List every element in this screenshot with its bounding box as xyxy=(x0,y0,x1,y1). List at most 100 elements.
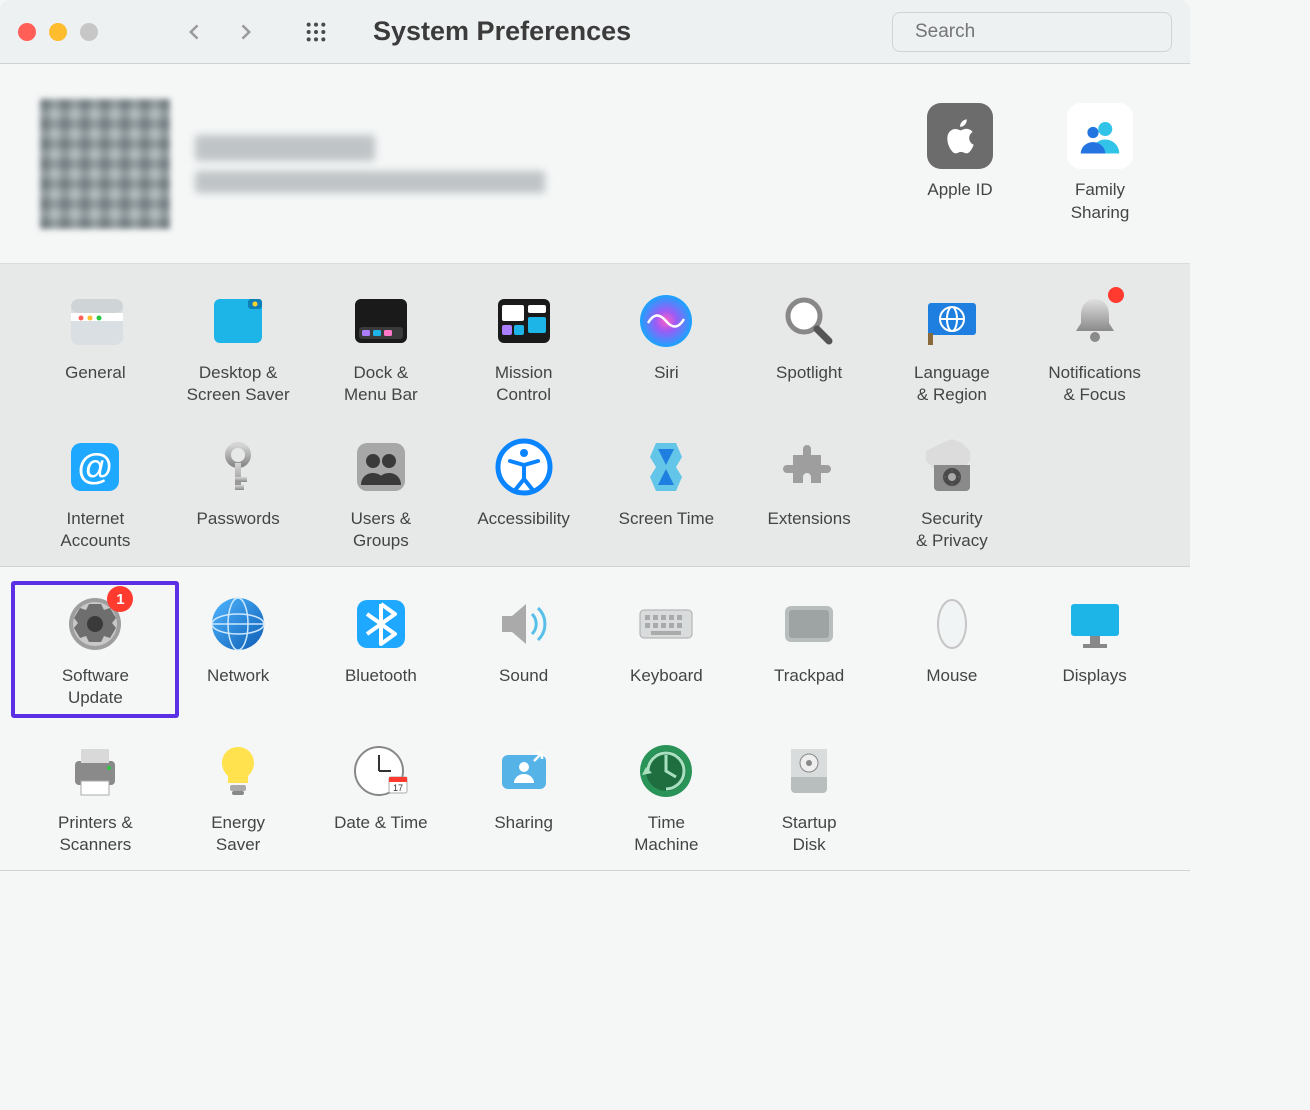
pref-mission[interactable]: MissionControl xyxy=(455,290,593,406)
pref-timemachine[interactable]: TimeMachine xyxy=(597,740,735,856)
pref-displays[interactable]: Displays xyxy=(1026,593,1164,709)
pref-security[interactable]: Security& Privacy xyxy=(883,436,1021,552)
pref-label: Passwords xyxy=(169,508,307,530)
pref-label: Extensions xyxy=(740,508,878,530)
accessibility-icon xyxy=(493,436,555,498)
pref-desktop[interactable]: Desktop &Screen Saver xyxy=(169,290,307,406)
minimize-button[interactable] xyxy=(49,23,67,41)
search-box[interactable] xyxy=(892,12,1172,52)
pref-label: Desktop &Screen Saver xyxy=(169,362,307,406)
pref-internet[interactable]: @ InternetAccounts xyxy=(26,436,164,552)
system-preferences-window: System Preferences Apple ID FamilySharin xyxy=(0,0,1190,1000)
show-all-button[interactable] xyxy=(305,21,327,43)
pref-language[interactable]: Language& Region xyxy=(883,290,1021,406)
spotlight-icon xyxy=(778,290,840,352)
pref-software[interactable]: 1SoftwareUpdate xyxy=(26,593,164,709)
pref-accessibility[interactable]: Accessibility xyxy=(455,436,593,552)
screentime-icon xyxy=(635,436,697,498)
family-sharing-icon xyxy=(1067,103,1133,169)
siri-icon xyxy=(635,290,697,352)
desktop-icon xyxy=(207,290,269,352)
extensions-icon xyxy=(778,436,840,498)
pref-general[interactable]: General xyxy=(26,290,164,406)
family-sharing-button[interactable]: FamilySharing xyxy=(1050,103,1150,223)
window-title: System Preferences xyxy=(373,16,631,47)
keyboard-icon xyxy=(635,593,697,655)
apple-id-button[interactable]: Apple ID xyxy=(910,103,1010,223)
apple-id-label: Apple ID xyxy=(910,179,1010,201)
badge-dot xyxy=(1108,287,1124,303)
svg-text:@: @ xyxy=(78,446,113,487)
back-button[interactable] xyxy=(185,22,205,42)
pref-label: Sharing xyxy=(455,812,593,834)
user-name-redacted xyxy=(195,135,375,161)
pref-network[interactable]: Network xyxy=(169,593,307,709)
pref-label: Spotlight xyxy=(740,362,878,384)
pref-label: TimeMachine xyxy=(597,812,735,856)
pref-label: Keyboard xyxy=(597,665,735,687)
mouse-icon xyxy=(921,593,983,655)
pref-label: Notifications& Focus xyxy=(1026,362,1164,406)
family-sharing-label: FamilySharing xyxy=(1050,179,1150,223)
pref-mouse[interactable]: Mouse xyxy=(883,593,1021,709)
pref-dock[interactable]: Dock &Menu Bar xyxy=(312,290,450,406)
passwords-icon xyxy=(207,436,269,498)
pref-sound[interactable]: Sound xyxy=(455,593,593,709)
pref-label: MissionControl xyxy=(455,362,593,406)
pref-sharing[interactable]: Sharing xyxy=(455,740,593,856)
pref-energy[interactable]: EnergySaver xyxy=(169,740,307,856)
bluetooth-icon xyxy=(350,593,412,655)
notifications-icon xyxy=(1064,290,1126,352)
pref-label: Accessibility xyxy=(455,508,593,530)
trackpad-icon xyxy=(778,593,840,655)
pref-label: Trackpad xyxy=(740,665,878,687)
close-button[interactable] xyxy=(18,23,36,41)
user-avatar[interactable] xyxy=(40,99,170,229)
security-icon xyxy=(921,436,983,498)
network-icon xyxy=(207,593,269,655)
nav-buttons xyxy=(185,22,255,42)
pref-spotlight[interactable]: Spotlight xyxy=(740,290,878,406)
search-input[interactable] xyxy=(915,21,1160,43)
pref-label: Network xyxy=(169,665,307,687)
pref-label: Bluetooth xyxy=(312,665,450,687)
pref-printers[interactable]: Printers &Scanners xyxy=(26,740,164,856)
pref-users[interactable]: Users &Groups xyxy=(312,436,450,552)
maximize-button[interactable] xyxy=(80,23,98,41)
timemachine-icon xyxy=(635,740,697,802)
sharing-icon xyxy=(493,740,555,802)
pref-notifications[interactable]: Notifications& Focus xyxy=(1026,290,1164,406)
pref-bluetooth[interactable]: Bluetooth xyxy=(312,593,450,709)
apple-logo-icon xyxy=(927,103,993,169)
user-email-redacted xyxy=(195,171,545,193)
pref-grid-bottom: 1SoftwareUpdateNetworkBluetoothSoundKeyb… xyxy=(0,567,1190,870)
pref-grid-top: GeneralDesktop &Screen SaverDock &Menu B… xyxy=(0,264,1190,567)
profile-row: Apple ID FamilySharing xyxy=(0,64,1190,264)
pref-trackpad[interactable]: Trackpad xyxy=(740,593,878,709)
pref-label: Dock &Menu Bar xyxy=(312,362,450,406)
pref-siri[interactable]: Siri xyxy=(597,290,735,406)
users-icon xyxy=(350,436,412,498)
pref-startup[interactable]: StartupDisk xyxy=(740,740,878,856)
general-icon xyxy=(64,290,126,352)
pref-label: EnergySaver xyxy=(169,812,307,856)
language-icon xyxy=(921,290,983,352)
pref-passwords[interactable]: Passwords xyxy=(169,436,307,552)
sound-icon xyxy=(493,593,555,655)
displays-icon xyxy=(1064,593,1126,655)
pref-label: Sound xyxy=(455,665,593,687)
energy-icon xyxy=(207,740,269,802)
pref-screentime[interactable]: Screen Time xyxy=(597,436,735,552)
pref-extensions[interactable]: Extensions xyxy=(740,436,878,552)
pref-keyboard[interactable]: Keyboard xyxy=(597,593,735,709)
pref-datetime[interactable]: 17Date & Time xyxy=(312,740,450,856)
pref-label: Language& Region xyxy=(883,362,1021,406)
pref-label: StartupDisk xyxy=(740,812,878,856)
startup-icon xyxy=(778,740,840,802)
pref-label: Security& Privacy xyxy=(883,508,1021,552)
datetime-icon: 17 xyxy=(350,740,412,802)
svg-text:17: 17 xyxy=(393,783,403,793)
forward-button[interactable] xyxy=(235,22,255,42)
pref-label: InternetAccounts xyxy=(26,508,164,552)
internet-icon: @ xyxy=(64,436,126,498)
